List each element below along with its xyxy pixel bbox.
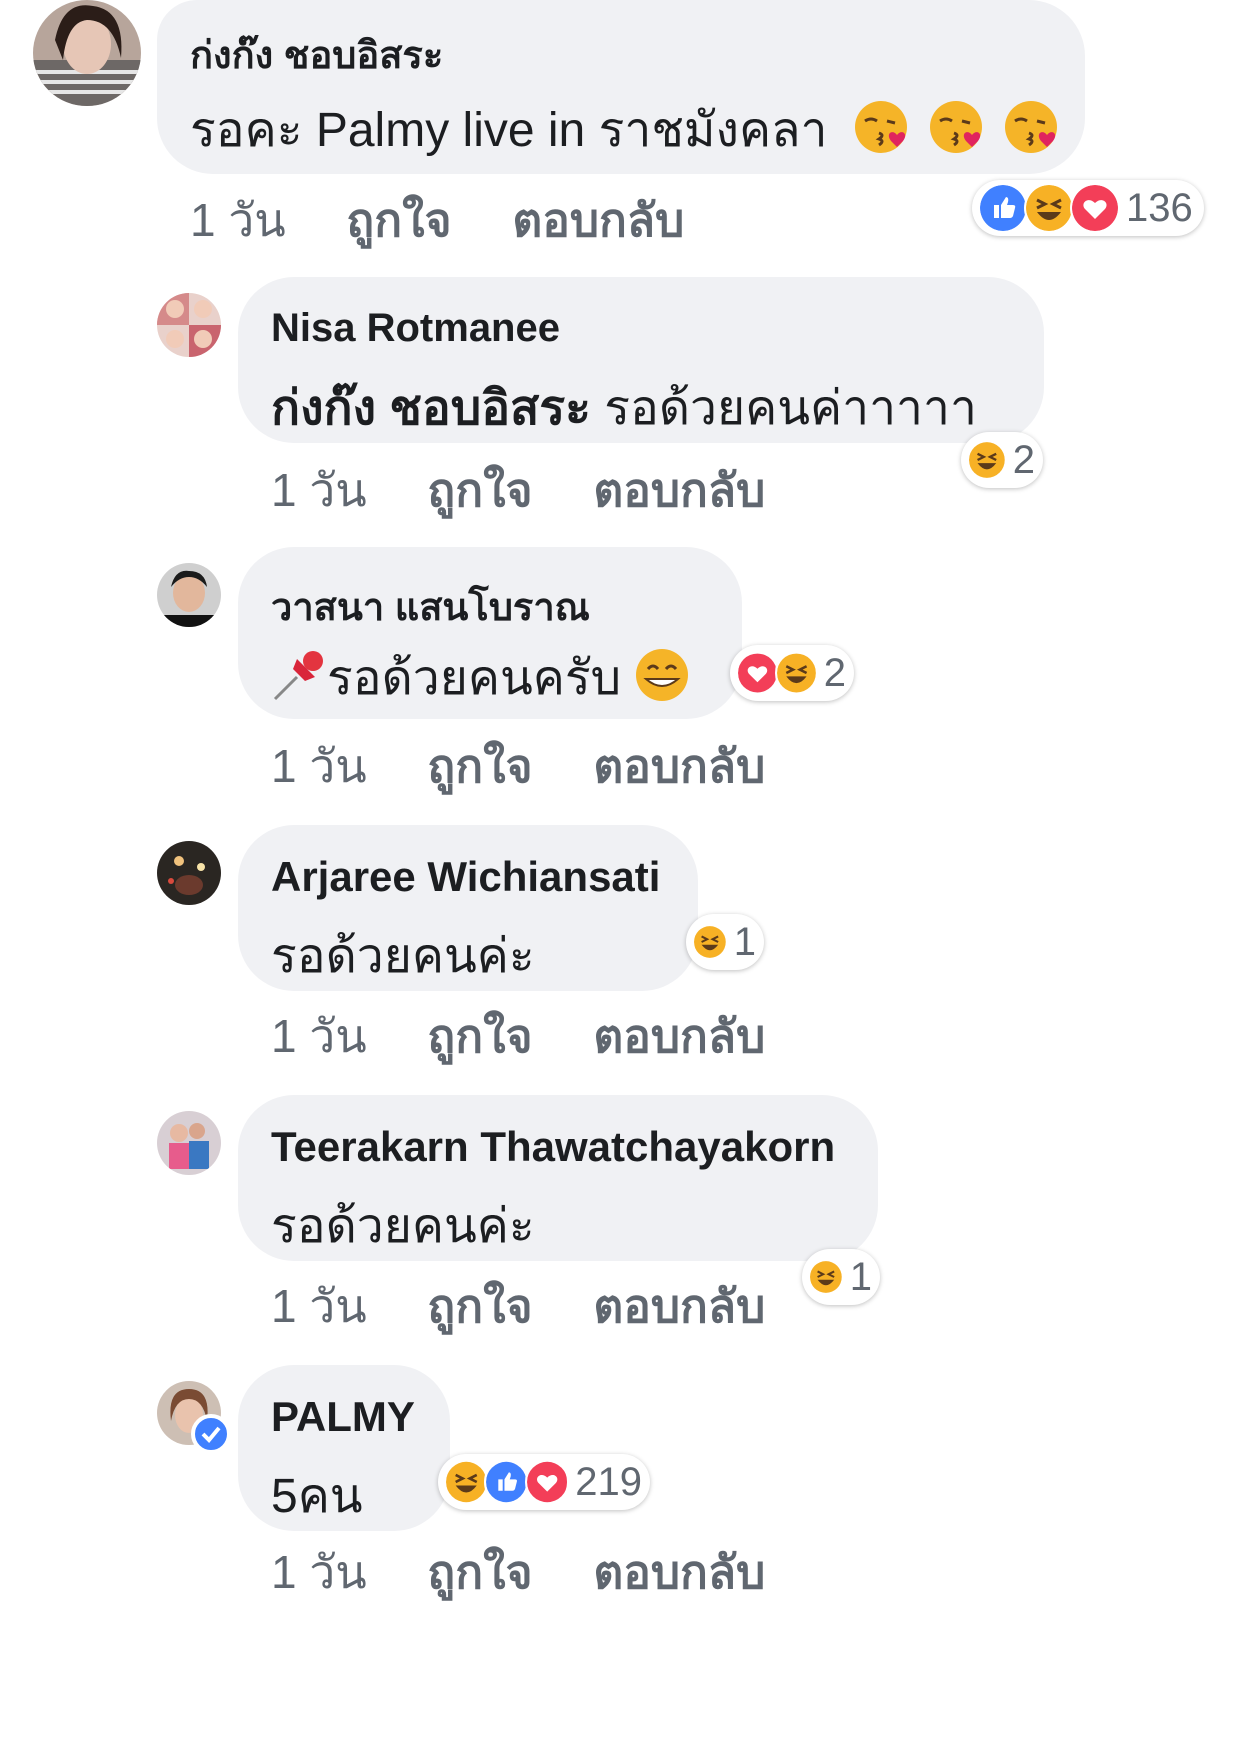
reply-button[interactable]: ตอบกลับ <box>593 1270 765 1343</box>
comment-author[interactable]: Teerakarn Thawatchayakorn <box>271 1123 835 1171</box>
kissing-heart-emoji-icon <box>853 99 909 167</box>
comment-text: รอด้วยคนครับ <box>271 640 690 716</box>
grinning-face-emoji-icon <box>634 647 690 715</box>
comment-text: รอด้วยคนค่ะ <box>271 1200 535 1253</box>
reply-button[interactable]: ตอบกลับ <box>512 184 684 257</box>
haha-reaction-icon <box>444 1457 489 1507</box>
comment-author[interactable]: วาสนา แสนโบราณ <box>271 576 590 637</box>
mention-link[interactable]: ก่งก๊ง ชอบอิสระ <box>271 382 591 435</box>
haha-reaction-icon <box>1024 183 1074 233</box>
comment-text: รอคะ Palmy live in ราชมังคลา <box>190 92 1059 168</box>
comment-author[interactable]: Nisa Rotmanee <box>271 306 560 351</box>
love-reaction-icon <box>1070 183 1120 233</box>
like-button[interactable]: ถูกใจ <box>427 1000 532 1073</box>
verified-badge-icon <box>191 1414 231 1454</box>
like-button[interactable]: ถูกใจ <box>427 1270 532 1343</box>
comment-time[interactable]: 1 วัน <box>271 454 367 527</box>
kissing-heart-emoji-icon <box>1003 99 1059 167</box>
comment-actions: 1 วัน ถูกใจ ตอบกลับ <box>271 730 765 803</box>
reaction-summary[interactable]: 136 <box>972 180 1204 236</box>
like-button[interactable]: ถูกใจ <box>346 184 451 257</box>
haha-reaction-icon <box>774 648 818 698</box>
reaction-count: 1 <box>733 919 756 964</box>
comment-time[interactable]: 1 วัน <box>271 1000 367 1073</box>
reaction-summary[interactable]: 2 <box>961 432 1043 488</box>
reaction-count: 1 <box>849 1254 872 1299</box>
comment-time[interactable]: 1 วัน <box>271 730 367 803</box>
pushpin-emoji-icon <box>271 647 327 715</box>
kissing-heart-emoji-icon <box>928 99 984 167</box>
comment-time[interactable]: 1 วัน <box>271 1270 367 1343</box>
comment-actions: 1 วัน ถูกใจ ตอบกลับ <box>271 1000 765 1073</box>
reaction-summary[interactable]: 1 <box>686 914 764 970</box>
comment-author[interactable]: Arjaree Wichiansati <box>271 853 660 901</box>
like-button[interactable]: ถูกใจ <box>427 730 532 803</box>
avatar[interactable] <box>157 841 221 905</box>
love-reaction-icon <box>524 1457 570 1507</box>
avatar[interactable] <box>157 1111 221 1175</box>
haha-reaction-icon <box>692 917 728 967</box>
reply-button[interactable]: ตอบกลับ <box>593 454 765 527</box>
reply-button[interactable]: ตอบกลับ <box>593 730 765 803</box>
comment-text: 5คน <box>271 1470 363 1523</box>
avatar[interactable] <box>157 293 221 357</box>
reaction-count: 219 <box>575 1459 643 1504</box>
like-button[interactable]: ถูกใจ <box>427 454 532 527</box>
comment-author[interactable]: ก่งก๊ง ชอบอิสระ <box>190 24 443 85</box>
comment-actions: 1 วัน ถูกใจ ตอบกลับ <box>271 1270 765 1343</box>
avatar[interactable] <box>157 563 221 627</box>
reaction-count: 2 <box>1012 437 1035 482</box>
love-reaction-icon <box>736 648 779 698</box>
comment-author[interactable]: PALMY <box>271 1393 415 1441</box>
reply-button[interactable]: ตอบกลับ <box>593 1536 765 1609</box>
comment-actions: 1 วัน ถูกใจ ตอบกลับ <box>271 1536 765 1609</box>
screen-edge <box>0 1734 1242 1744</box>
reaction-count: 2 <box>823 650 846 695</box>
comment-actions: 1 วัน ถูกใจ ตอบกลับ <box>271 454 765 527</box>
reply-button[interactable]: ตอบกลับ <box>593 1000 765 1073</box>
comment-time[interactable]: 1 วัน <box>271 1536 367 1609</box>
reaction-summary[interactable]: 2 <box>730 645 854 701</box>
comment-actions: 1 วัน ถูกใจ ตอบกลับ <box>190 184 684 257</box>
like-reaction-icon <box>978 183 1028 233</box>
haha-reaction-icon <box>967 435 1007 485</box>
comment-text: รอด้วยคนค่ะ <box>271 930 535 983</box>
reaction-summary[interactable]: 1 <box>802 1249 880 1305</box>
like-button[interactable]: ถูกใจ <box>427 1536 532 1609</box>
reaction-summary[interactable]: 219 <box>438 1454 650 1510</box>
like-reaction-icon <box>484 1457 529 1507</box>
haha-reaction-icon <box>808 1252 844 1302</box>
avatar[interactable] <box>33 0 141 106</box>
reaction-count: 136 <box>1126 185 1193 230</box>
comment-text: ก่งก๊ง ชอบอิสระ รอด้วยคนค่าาาาา <box>271 382 977 435</box>
comment-time[interactable]: 1 วัน <box>190 184 286 257</box>
